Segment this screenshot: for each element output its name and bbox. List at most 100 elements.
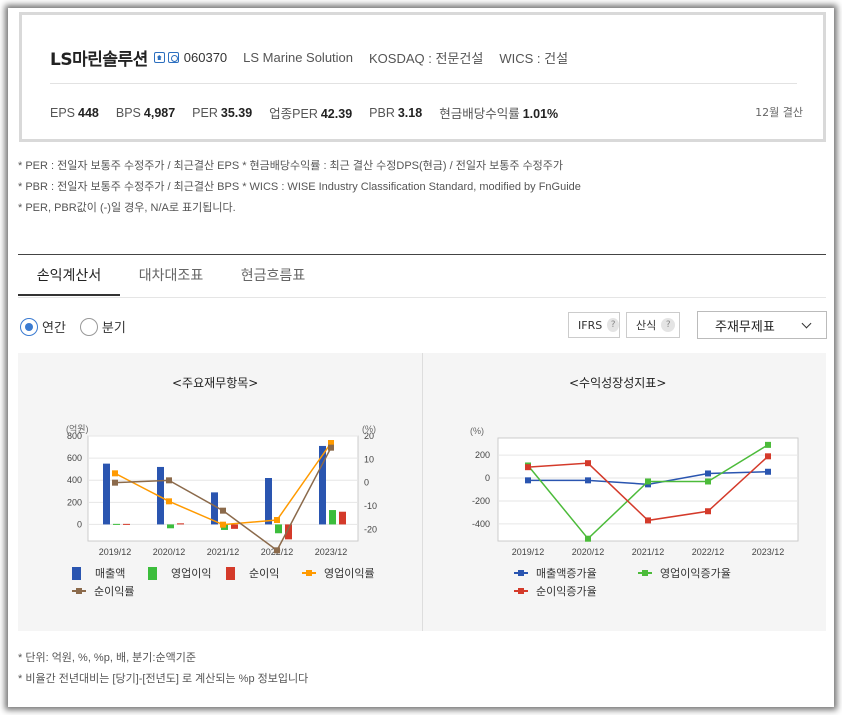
metric-eps: EPS 448 — [50, 105, 99, 120]
legend-item: 영업이익 — [148, 565, 211, 581]
legend-marker — [72, 587, 86, 595]
chart-title-financials: <주요재무항목> — [172, 376, 259, 390]
series-point — [220, 507, 226, 514]
y-tick-label: 0 — [77, 519, 82, 529]
fiscal-note: 12월 결산 — [755, 106, 803, 119]
statement-tabs: 손익계산서 대차대조표 현금흐름표 — [18, 264, 324, 296]
wics-sector: WICS : 건설 — [499, 51, 569, 66]
series-point — [585, 460, 591, 467]
y-tick-label: -400 — [472, 519, 490, 529]
x-tick-label: 2020/12 — [572, 547, 605, 556]
formula-label: 산식 — [636, 319, 657, 332]
radio-quarterly[interactable] — [79, 317, 98, 336]
series-point — [328, 444, 334, 451]
series-point — [705, 470, 711, 477]
help-icon[interactable]: ? — [607, 318, 619, 332]
series-point — [166, 477, 172, 484]
legend-swatch — [226, 566, 235, 580]
series-point — [220, 521, 226, 528]
x-tick-label: 2023/12 — [315, 547, 348, 556]
x-tick-label: 2020/12 — [153, 547, 186, 556]
footer-notes: * 단위: 억원, %, %p, 배, 분기:순액기준 * 비율간 전년대비는 … — [18, 648, 308, 690]
x-tick-label: 2023/12 — [752, 547, 785, 556]
ifrs-button[interactable]: IFRS ? — [568, 312, 620, 338]
legend-item: 매출액 — [72, 565, 125, 581]
x-tick-label: 2022/12 — [692, 547, 725, 556]
english-name: LS Marine Solution — [243, 50, 354, 65]
section-divider — [18, 254, 826, 255]
metric-bps: BPS 4,987 — [115, 105, 176, 120]
note-line: * PER, PBR값이 (-)일 경우, N/A로 표기됩니다. — [18, 202, 236, 214]
series-point — [274, 517, 280, 523]
metrics-row: EPS 448 BPS 4,987 PER 35.39 업종PER 42.39 PBR 3… — [50, 103, 575, 122]
label-annual[interactable]: 연간 — [42, 317, 66, 336]
y2-tick-label: 10 — [364, 454, 374, 464]
bar — [177, 523, 184, 525]
tab-underline — [18, 297, 826, 298]
pin-icon[interactable] — [167, 52, 179, 63]
home-icon[interactable] — [153, 52, 165, 63]
legend-swatch — [72, 566, 81, 580]
series-point — [645, 478, 651, 485]
growth-legend: 매출액증가율 영업이익증가율 순이익증가율 — [514, 565, 814, 605]
series-point — [112, 479, 118, 486]
x-tick-label: 2021/12 — [207, 547, 240, 556]
legend-marker — [638, 569, 652, 577]
period-toggle: 연간 분기 — [20, 317, 140, 336]
bar — [231, 524, 238, 529]
tab-income-statement[interactable]: 손익계산서 — [18, 264, 120, 296]
series-point — [585, 535, 591, 542]
y-axis-label: (억원) — [66, 423, 89, 434]
radio-annual[interactable] — [20, 317, 38, 336]
formula-button[interactable]: 산식 ? — [626, 312, 680, 338]
help-icon[interactable]: ? — [661, 318, 676, 332]
legend-item: 영업이익률 — [302, 565, 375, 581]
metric-per: PER 35.39 — [192, 105, 253, 120]
bar — [167, 524, 174, 529]
metric-dividend-yield: 현금배당수익률 1.01% — [439, 107, 559, 121]
legend-item: 영업이익증가율 — [638, 565, 731, 581]
metric-industry-per: 업종PER 42.39 — [269, 107, 353, 121]
y-tick-label: 200 — [67, 497, 82, 507]
series-point — [585, 477, 591, 484]
y-tick-label: 600 — [67, 453, 82, 463]
market-sector: KOSDAQ : 전문건설 — [369, 51, 484, 66]
series-point — [274, 547, 280, 554]
company-info-box: LS마린솔루션 060370 LS Marine Solution KOSDAQ… — [19, 12, 826, 142]
series-point — [705, 508, 711, 515]
bar — [113, 523, 120, 525]
series-point — [765, 441, 771, 448]
tab-cash-flow[interactable]: 현금흐름표 — [222, 264, 324, 296]
series-point — [525, 464, 531, 471]
series-point — [705, 478, 711, 485]
company-name: LS마린솔루션 — [50, 50, 148, 70]
legend-item: 순이익률 — [72, 583, 134, 599]
y2-tick-label: -10 — [364, 501, 377, 511]
y2-tick-label: -20 — [364, 524, 377, 534]
y-tick-label: -200 — [472, 496, 490, 506]
y-tick-label: 0 — [485, 473, 490, 483]
select-value: 주재무제표 — [715, 319, 775, 335]
y-tick-label: 200 — [475, 450, 490, 460]
series-point — [166, 498, 172, 505]
stock-code: 060370 — [183, 50, 228, 65]
y-tick-label: 400 — [67, 475, 82, 485]
legend-item: 매출액증가율 — [514, 565, 597, 581]
chevron-down-icon — [801, 318, 812, 329]
series-point — [765, 453, 771, 460]
company-title-row: LS마린솔루션 060370 LS Marine Solution KOSDAQ… — [50, 45, 568, 70]
divider — [50, 83, 797, 84]
statement-type-select[interactable]: 주재무제표 — [697, 311, 827, 339]
x-tick-label: 2021/12 — [632, 547, 665, 556]
footer-line: * 단위: 억원, %, %p, 배, 분기:순액기준 — [18, 652, 196, 664]
notes: * PER : 전일자 보통주 수정주가 / 최근결산 EPS * 현금배당수익… — [18, 156, 581, 219]
chart-title-growth: <수익성장성지표> — [569, 376, 667, 390]
tab-balance-sheet[interactable]: 대차대조표 — [120, 264, 222, 296]
financials-chart: 0200400600800-20-1001020(억원) (%)2019/12 20… — [66, 423, 377, 556]
bar — [123, 523, 130, 525]
label-quarterly[interactable]: 분기 — [102, 317, 126, 336]
bar — [275, 524, 282, 534]
legend-marker — [514, 587, 528, 595]
x-tick-label: 2019/12 — [512, 547, 545, 556]
series-point — [112, 470, 118, 477]
